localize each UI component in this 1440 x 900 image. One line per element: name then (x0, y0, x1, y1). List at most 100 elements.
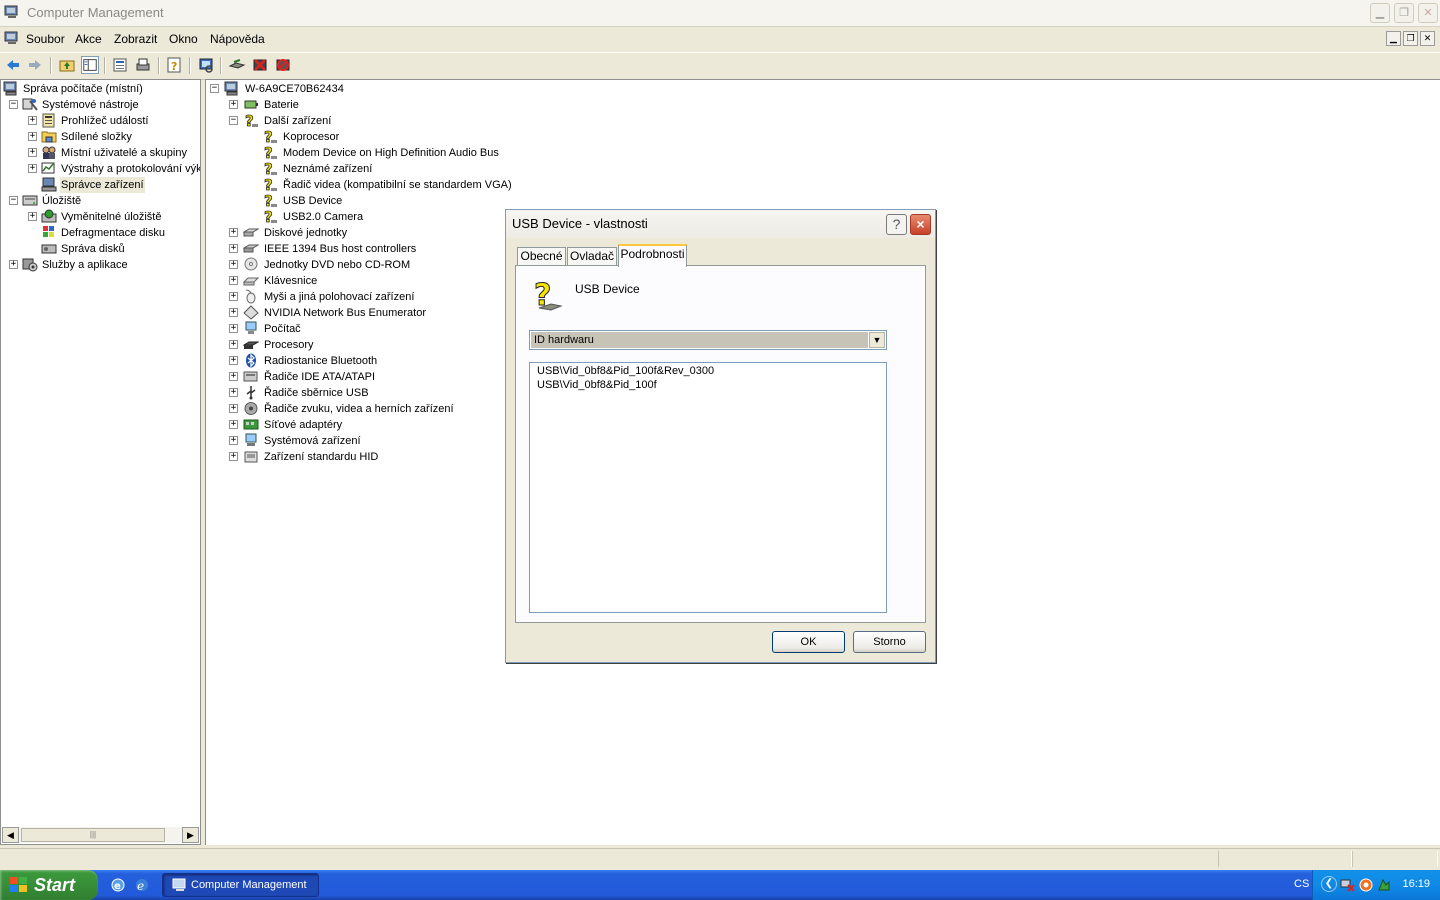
back-icon[interactable] (4, 56, 22, 74)
disable-device-icon[interactable] (274, 56, 292, 74)
expand-icon[interactable]: + (229, 244, 238, 253)
device-category-baterie[interactable]: + Baterie (206, 97, 606, 113)
scan-hardware-icon[interactable] (197, 56, 215, 74)
collapse-icon[interactable]: − (210, 84, 219, 93)
taskbar-computer-management[interactable]: Computer Management (162, 873, 319, 897)
device-label: Klávesnice (264, 275, 318, 287)
window-menu-icon[interactable] (4, 31, 20, 45)
device-tree-root[interactable]: − W-6A9CE70B62434 (206, 81, 606, 97)
uninstall-icon[interactable] (251, 56, 269, 74)
menu-okno[interactable]: Okno (169, 32, 198, 46)
expand-icon[interactable]: + (229, 276, 238, 285)
expand-icon[interactable]: + (229, 436, 238, 445)
device-radic-videa[interactable]: ? Řadič videa (kompatibilní se standarde… (206, 176, 606, 195)
expand-icon[interactable]: + (28, 132, 37, 141)
update-driver-icon[interactable] (228, 56, 246, 74)
expand-icon[interactable]: + (229, 340, 238, 349)
tree-item-removable-storage[interactable]: + Vyměnitelné úložiště (1, 209, 200, 225)
cancel-button[interactable]: Storno (853, 631, 926, 653)
minimize-button[interactable]: ▁ (1370, 3, 1390, 23)
hardware-tray-icon[interactable] (1376, 877, 1392, 893)
child-restore-button[interactable]: ❐ (1403, 31, 1418, 46)
network-disconnected-icon[interactable] (1340, 877, 1356, 893)
expand-icon[interactable]: + (229, 308, 238, 317)
child-minimize-button[interactable]: ▁ (1386, 31, 1401, 46)
expand-icon[interactable]: + (229, 420, 238, 429)
child-close-button[interactable]: ✕ (1420, 31, 1435, 46)
dialog-close-button[interactable]: × (910, 214, 931, 235)
scrollbar-thumb[interactable]: ||| (21, 828, 165, 842)
eventlog-icon (41, 113, 57, 128)
show-hidden-icons-chevron-icon[interactable]: ❮ (1321, 876, 1337, 892)
expand-icon[interactable]: + (229, 100, 238, 109)
menu-soubor[interactable]: Soubor (26, 32, 65, 46)
list-item[interactable]: USB\Vid_0bf8&Pid_100f&Rev_0300 (537, 364, 714, 378)
expand-icon[interactable]: + (229, 388, 238, 397)
tree-root-computer-management[interactable]: Správa počítače (místní) (1, 81, 200, 97)
expand-icon[interactable]: + (28, 164, 37, 173)
expand-icon[interactable]: + (229, 404, 238, 413)
toolbar-separator (104, 57, 106, 74)
expand-icon[interactable]: + (28, 148, 37, 157)
ok-button[interactable]: OK (772, 631, 845, 653)
tree-item-services-applications[interactable]: + Služby a aplikace (1, 257, 200, 273)
tree-item-storage[interactable]: − Úložiště (1, 193, 200, 209)
dialog-titlebar[interactable]: USB Device - vlastnosti ? × (506, 210, 935, 238)
tree-item-device-manager[interactable]: Správce zařízení (1, 177, 200, 193)
maximize-button[interactable]: ❐ (1394, 3, 1414, 23)
print-icon[interactable] (134, 56, 152, 74)
device-koprocesor[interactable]: ? Koprocesor (206, 128, 606, 147)
device-category-dalsi-zarizeni[interactable]: − ? Další zařízení (206, 112, 606, 130)
expand-icon[interactable]: + (9, 260, 18, 269)
tree-item-local-users[interactable]: + Místní uživatelé a skupiny (1, 145, 200, 161)
property-values-list[interactable]: USB\Vid_0bf8&Pid_100f&Rev_0300 USB\Vid_0… (529, 362, 887, 613)
expand-icon[interactable]: + (28, 116, 37, 125)
tree-item-disk-management[interactable]: Správa disků (1, 241, 200, 257)
chevron-down-icon[interactable]: ▼ (869, 332, 885, 348)
up-one-level-icon[interactable] (58, 56, 76, 74)
tree-item-performance-logs[interactable]: + Výstrahy a protokolování výk (1, 161, 200, 177)
close-button[interactable]: ✕ (1418, 3, 1438, 23)
antivirus-icon[interactable] (1358, 877, 1374, 893)
tree-item-event-viewer[interactable]: + Prohlížeč událostí (1, 113, 200, 129)
show-hide-tree-icon[interactable] (81, 56, 99, 74)
expand-icon[interactable]: + (229, 372, 238, 381)
expand-icon[interactable]: + (229, 356, 238, 365)
tab-podrobnosti[interactable]: Podrobnosti (618, 244, 687, 267)
device-label: Další zařízení (264, 115, 332, 127)
tree-item-shared-folders[interactable]: + Sdílené složky (1, 129, 200, 145)
expand-icon[interactable]: + (229, 324, 238, 333)
help-icon[interactable]: ? (165, 56, 183, 74)
scroll-left-icon[interactable]: ◀ (2, 827, 19, 843)
expand-icon[interactable]: + (28, 212, 37, 221)
expand-icon[interactable]: + (229, 228, 238, 237)
quicklaunch-browser-icon[interactable]: e (134, 877, 150, 893)
device-nezname[interactable]: ? Neznámé zařízení (206, 160, 606, 179)
device-modem[interactable]: ? Modem Device on High Definition Audio … (206, 144, 606, 163)
language-indicator[interactable]: CS (1294, 878, 1309, 890)
expand-icon[interactable]: + (229, 292, 238, 301)
dialog-help-button[interactable]: ? (886, 214, 907, 235)
tab-ovladac[interactable]: Ovladač (567, 247, 617, 266)
device-label: Řadič videa (kompatibilní se standardem … (283, 179, 512, 191)
menu-akce[interactable]: Akce (75, 32, 102, 46)
collapse-icon[interactable]: − (9, 100, 18, 109)
collapse-icon[interactable]: − (9, 196, 18, 205)
expand-icon[interactable]: + (229, 452, 238, 461)
tree-item-system-tools[interactable]: − Systémové nástroje (1, 97, 200, 113)
menu-napoveda[interactable]: Nápověda (210, 32, 265, 46)
start-button[interactable]: Start (0, 870, 98, 900)
device-usb-device[interactable]: ? USB Device (206, 192, 606, 211)
list-item[interactable]: USB\Vid_0bf8&Pid_100f (537, 378, 657, 392)
collapse-icon[interactable]: − (229, 116, 238, 125)
properties-icon[interactable] (111, 56, 129, 74)
property-select[interactable]: ID hardwaru ▼ (529, 330, 887, 350)
tree-item-disk-defragmenter[interactable]: Defragmentace disku (1, 225, 200, 241)
expand-icon[interactable]: + (229, 260, 238, 269)
quicklaunch-ie-icon[interactable]: e (110, 877, 126, 893)
forward-icon[interactable] (26, 56, 44, 74)
scroll-right-icon[interactable]: ▶ (182, 827, 199, 843)
horizontal-scrollbar[interactable]: ◀ ||| ▶ (2, 827, 199, 843)
tab-obecne[interactable]: Obecné (517, 247, 566, 266)
menu-zobrazit[interactable]: Zobrazit (114, 32, 157, 46)
